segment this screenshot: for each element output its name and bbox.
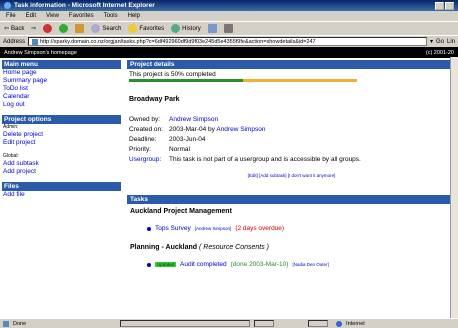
main-menu-box: Main menu Home page Summary page ToDo li… — [2, 60, 121, 109]
search-button[interactable]: Search — [91, 24, 121, 33]
files-box: Files Add file — [2, 182, 121, 199]
status-panel — [308, 320, 329, 327]
forward-button[interactable]: ⇨ — [31, 25, 36, 32]
sidebar-item-home-page[interactable]: Home page — [2, 69, 121, 77]
address-label: Address — [3, 38, 26, 45]
zone-text: Internet — [346, 320, 365, 327]
owner-link[interactable]: Andrew Simpson — [169, 116, 218, 123]
mail-icon[interactable] — [207, 24, 217, 33]
task-person[interactable]: [Andrew Simpson] — [195, 226, 232, 231]
project-actions[interactable]: [Edit] [Add subtask] [I don't want it an… — [127, 173, 456, 178]
deadline-row: Deadline: 2003-Jun-04 — [129, 136, 206, 143]
go-button[interactable]: Go — [436, 39, 444, 45]
back-button[interactable]: ⇦ Back — [4, 25, 24, 33]
sidebar-item-summary-page[interactable]: Summary page — [2, 77, 121, 85]
history-button[interactable]: History — [171, 24, 201, 33]
project-options-box: Project options Admin: Delete project Ed… — [2, 115, 121, 176]
sidebar-item-add-project[interactable]: Add project — [2, 168, 121, 176]
back-arrow-icon: ⇦ — [4, 26, 10, 32]
sidebar-item-edit-project[interactable]: Edit project — [2, 139, 121, 147]
usergroup-link[interactable]: Usergroup: — [129, 155, 169, 165]
sidebar-item-delete-project[interactable]: Delete project — [2, 131, 121, 139]
sidebar-item-log-out[interactable]: Log out — [2, 101, 121, 109]
maximize-button[interactable] — [445, 1, 454, 10]
status-progress-panel — [120, 320, 251, 327]
task-item: Updated Audit completed (done 2003-Mar-1… — [147, 261, 456, 268]
internet-zone-icon — [336, 320, 343, 327]
vertical-scrollbar[interactable] — [450, 57, 458, 318]
bullet-icon — [147, 262, 151, 267]
sidebar: Main menu Home page Summary page ToDo li… — [0, 58, 124, 304]
sidebar-item-calendar[interactable]: Calendar — [2, 93, 121, 101]
sidebar-item-todo-list[interactable]: ToDo list — [2, 85, 121, 93]
project-options-title: Project options — [2, 115, 121, 124]
status-panel — [254, 320, 275, 327]
refresh-icon[interactable] — [59, 24, 69, 33]
window-title: Task information - Microsoft Internet Ex… — [14, 2, 155, 9]
progress-bar — [129, 79, 357, 82]
task-link-audit-completed[interactable]: Audit completed — [180, 261, 227, 268]
menu-file[interactable]: File — [6, 13, 16, 19]
usergroup-row: Usergroup: This task is not part of a use… — [129, 155, 361, 165]
done-page-icon — [3, 320, 9, 327]
task-person[interactable]: [Nadia Den Outer] — [292, 262, 328, 267]
progress-bar-fill — [129, 79, 243, 82]
links-label[interactable]: Lin — [447, 39, 455, 45]
created-row: Created on: 2003-Mar-04 by Andrew Simpson — [129, 126, 266, 133]
updated-badge: Updated — [155, 262, 177, 267]
homepage-bar: Andrew Simpson's homepage (c) 2001-20 — [0, 47, 458, 58]
address-bar: Address http://sparky.domain.co.nz/orgja… — [0, 35, 458, 47]
task-status-overdue: (2 days overdue) — [235, 225, 285, 232]
window-controls — [435, 1, 454, 10]
progress-text: This project is 50% completed — [129, 71, 216, 78]
priority-row: Priority: Normal — [129, 146, 190, 153]
project-details: Owned by: Andrew Simpson Created on: 2003-… — [127, 115, 456, 165]
tasks-header: Tasks — [127, 195, 456, 204]
status-text: Done — [13, 320, 27, 327]
home-icon[interactable] — [75, 24, 85, 33]
ie-icon — [4, 2, 11, 9]
main-content: Project details This project is 50% comp… — [124, 58, 458, 304]
status-bar: Done Internet — [0, 318, 458, 328]
menu-favorites[interactable]: Favorites — [69, 13, 94, 19]
menu-help[interactable]: Help — [128, 13, 140, 19]
global-label: Global: — [3, 153, 19, 159]
creator-link[interactable]: Andrew Simpson — [216, 126, 265, 133]
address-url: http://sparky.domain.co.nz/orgjan/tasks.… — [40, 38, 316, 45]
admin-label: Admin: — [3, 124, 19, 130]
menu-view[interactable]: View — [46, 13, 59, 19]
menu-bar: File Edit View Favorites Tools Help — [0, 11, 458, 21]
toolbar: ⇦ Back ⇨ Search Favorites History — [0, 21, 458, 35]
owned-by-row: Owned by: Andrew Simpson — [129, 116, 219, 123]
task-group-title: Auckland Project Management — [130, 208, 232, 215]
address-input[interactable]: http://sparky.domain.co.nz/orgjan/tasks.… — [28, 37, 427, 46]
task-item: Tops Survey [Andrew Simpson] (2 days ove… — [147, 225, 456, 232]
menu-edit[interactable]: Edit — [26, 13, 36, 19]
favorites-icon — [128, 24, 138, 33]
page-body: Main menu Home page Summary page ToDo li… — [0, 58, 458, 304]
menu-tools[interactable]: Tools — [104, 13, 118, 19]
homepage-link[interactable]: Andrew Simpson's homepage — [4, 50, 77, 56]
task-link-tops-survey[interactable]: Tops Survey — [155, 225, 191, 232]
minimize-button[interactable] — [435, 1, 444, 10]
sidebar-item-add-subtask[interactable]: Add subtask — [2, 160, 121, 168]
title-bar: Task information - Microsoft Internet Ex… — [0, 0, 458, 11]
stop-icon[interactable] — [43, 24, 53, 33]
address-dropdown-icon[interactable]: ▾ — [430, 38, 433, 45]
main-menu-title: Main menu — [2, 60, 121, 69]
search-icon — [91, 24, 101, 33]
copyright-text: (c) 2001-20 — [425, 49, 454, 56]
files-title: Files — [2, 182, 121, 191]
bullet-icon — [147, 226, 151, 231]
favorites-button[interactable]: Favorites — [128, 24, 164, 33]
page-icon — [32, 38, 39, 45]
history-icon — [171, 24, 181, 33]
project-name: Broadway Park — [129, 96, 180, 103]
sidebar-item-add-file[interactable]: Add file — [2, 191, 121, 199]
task-group-title: Planning - Auckland ( Resource Consents … — [130, 244, 270, 251]
print-icon[interactable] — [223, 24, 233, 33]
project-details-header: Project details — [127, 60, 456, 69]
task-status-done: (done 2003-Mar-10) — [230, 261, 289, 268]
